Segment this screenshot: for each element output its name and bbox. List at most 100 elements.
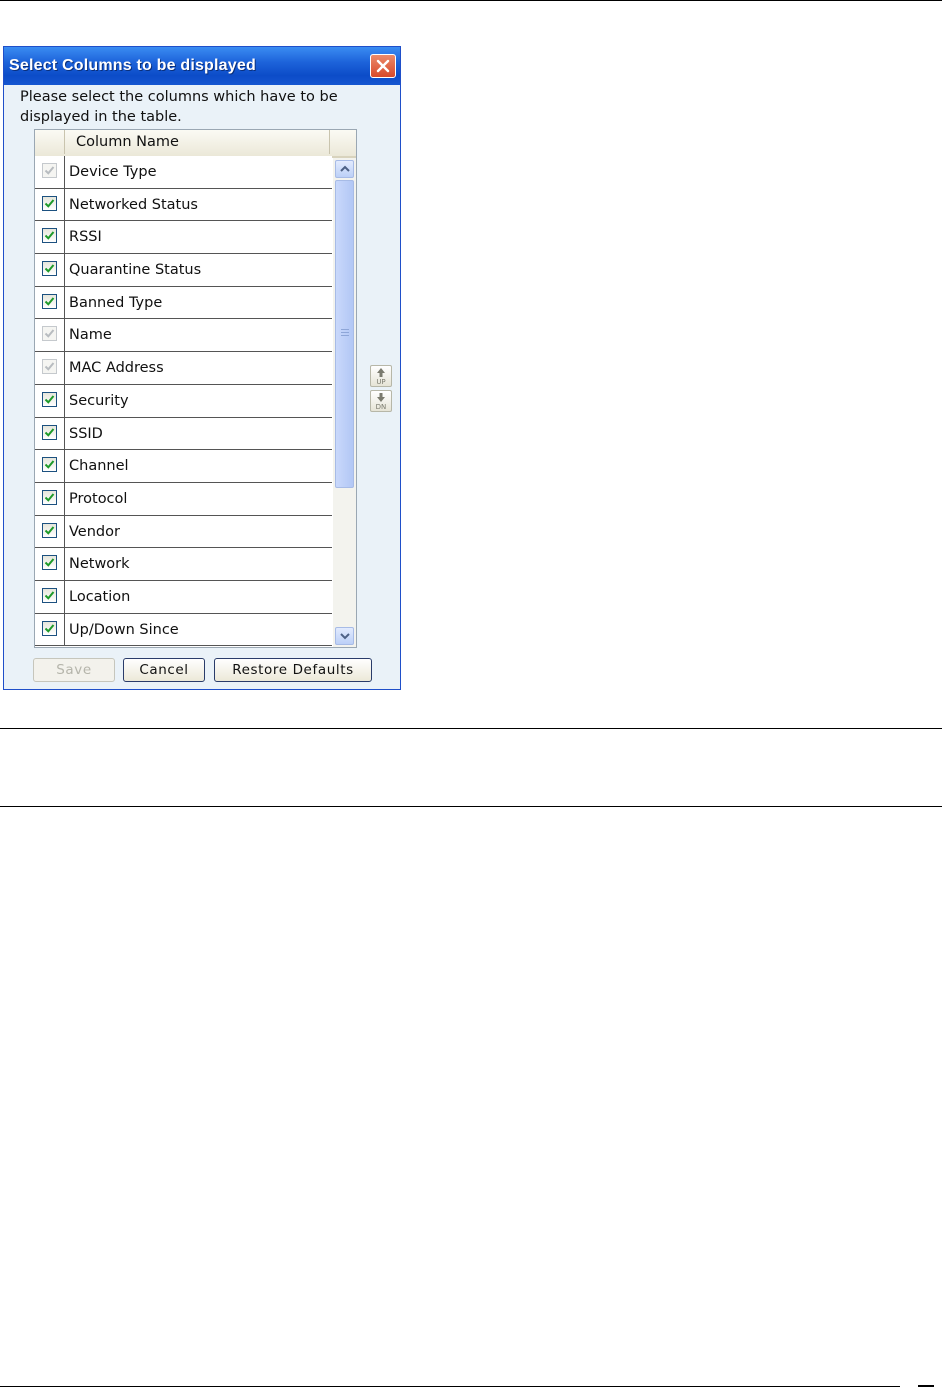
checkmark-icon [44,460,55,469]
header-checkbox-cell [35,130,65,154]
checkmark-icon [44,166,55,175]
column-label: MAC Address [69,360,164,377]
column-label: Security [69,392,129,409]
column-checkbox[interactable] [42,293,57,309]
checkmark-icon [44,623,55,633]
column-checkbox[interactable] [42,195,57,211]
checkbox-cell [35,286,65,319]
table-row[interactable]: Networked Status [35,188,332,222]
table-row[interactable]: Vendor [35,515,332,549]
checkbox-cell [35,482,65,515]
column-label: Networked Status [69,196,198,213]
column-label: Quarantine Status [69,262,202,279]
column-checkbox[interactable] [42,424,57,440]
checkmark-icon [44,493,55,502]
column-label: SSID [69,425,103,442]
close-button[interactable] [370,54,396,78]
checkmark-icon [44,558,55,568]
grid-header: Column Name [35,130,356,158]
table-row[interactable]: Device Type [35,156,332,189]
checkmark-icon [44,199,55,208]
checkmark-icon [44,525,55,535]
column-label: Banned Type [69,294,163,311]
table-row[interactable]: Channel [35,450,332,483]
scrollbar-grip [341,335,349,336]
column-name-header: Column Name [76,134,179,150]
column-label: RSSI [69,229,102,246]
checkbox-cell [35,352,65,384]
bottom-rule [0,1386,900,1387]
dialog-titlebar: Select Columns to be displayed [4,47,400,85]
arrow-down-icon: DN [376,393,387,411]
checkbox-cell [35,188,65,221]
checkbox-cell [35,613,65,646]
checkmark-icon [44,395,55,404]
column-checkbox[interactable] [42,555,57,571]
scrollbar-grip [341,329,349,330]
column-checkbox[interactable] [42,489,57,505]
page-corner-mark [918,1385,934,1387]
table-row[interactable]: Name [35,319,332,353]
column-label: Up/Down Since [69,621,179,638]
grid-rows: Device Type Networked Status RSSI Quarantin… [35,156,332,646]
column-label: Location [69,588,131,605]
table-row[interactable]: RSSI [35,221,332,255]
checkbox-cell [35,450,65,482]
column-label: Protocol [69,490,128,507]
chevron-up-icon [340,165,350,172]
scrollbar-grip [341,332,349,333]
checkmark-icon [44,362,55,371]
column-checkbox[interactable] [42,522,57,538]
checkbox-cell [35,221,65,254]
table-row[interactable]: Network [35,548,332,581]
select-columns-dialog: Select Columns to be displayed Please se… [3,46,401,690]
header-column-name-cell[interactable]: Column Name [65,130,330,154]
checkbox-cell [35,319,65,352]
checkmark-icon [44,427,55,437]
table-row[interactable]: Banned Type [35,286,332,320]
table-row[interactable]: Security [35,384,332,418]
table-row[interactable]: Quarantine Status [35,254,332,287]
table-row[interactable]: Up/Down Since [35,613,332,646]
scrollbar-thumb[interactable] [335,180,354,488]
checkbox-cell [35,580,65,613]
section-rule-lower [0,806,942,807]
scroll-down-button[interactable] [335,627,354,645]
column-checkbox [42,326,57,342]
move-down-button[interactable]: DN [370,390,392,412]
column-checkbox [42,163,57,178]
column-grid: Column Name Device Type Networked Status R… [34,129,357,648]
save-button[interactable]: Save [33,658,115,682]
checkbox-cell [35,548,65,580]
column-checkbox[interactable] [42,620,57,636]
vertical-scrollbar[interactable] [333,158,356,647]
checkmark-icon [44,264,55,273]
column-checkbox [42,359,57,375]
table-row[interactable]: MAC Address [35,352,332,385]
cancel-button[interactable]: Cancel [123,658,205,682]
move-down-label: DN [376,403,387,411]
column-label: Device Type [69,164,157,180]
checkbox-cell [35,417,65,450]
checkbox-cell [35,384,65,417]
column-checkbox[interactable] [42,587,57,603]
scroll-up-button[interactable] [335,160,354,178]
restore-defaults-button[interactable]: Restore Defaults [214,658,372,682]
column-checkbox[interactable] [42,391,57,407]
move-up-button[interactable]: UP [370,365,392,387]
checkmark-icon [44,231,55,241]
dialog-title: Select Columns to be displayed [9,57,256,74]
checkmark-icon [44,297,55,306]
checkmark-icon [44,329,55,339]
checkmark-icon [44,591,55,600]
dialog-instructions: Please select the columns which have to … [20,89,338,125]
table-row[interactable]: Protocol [35,482,332,516]
checkbox-cell [35,254,65,286]
column-checkbox[interactable] [42,261,57,277]
column-checkbox[interactable] [42,457,57,473]
column-label: Network [69,556,130,573]
column-label: Name [69,327,112,344]
table-row[interactable]: SSID [35,417,332,451]
column-checkbox[interactable] [42,228,57,244]
table-row[interactable]: Location [35,580,332,614]
